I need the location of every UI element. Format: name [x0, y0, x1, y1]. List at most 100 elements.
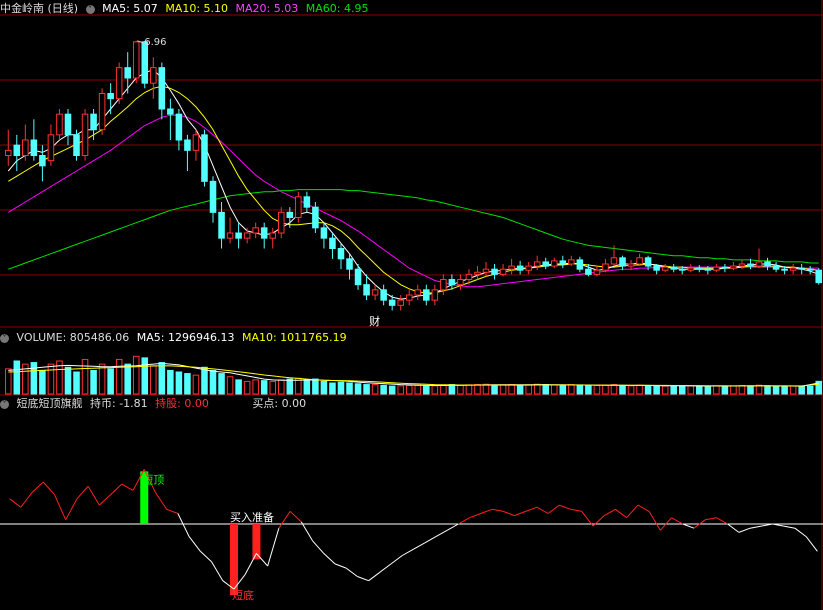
candle[interactable] — [337, 243, 345, 270]
candle[interactable] — [440, 274, 447, 295]
candle[interactable] — [329, 233, 336, 259]
candle[interactable] — [806, 266, 814, 275]
volume-bar[interactable] — [636, 384, 643, 395]
candle-body[interactable] — [141, 41, 149, 84]
candle-body[interactable] — [64, 113, 72, 136]
candle-body[interactable] — [312, 206, 319, 229]
candle-body[interactable] — [508, 265, 515, 270]
volume-bar[interactable] — [47, 363, 55, 395]
candle-body[interactable] — [39, 155, 46, 167]
candle[interactable] — [4, 129, 12, 166]
candle-body[interactable] — [585, 268, 592, 275]
candle-body[interactable] — [260, 227, 268, 239]
candle-body[interactable] — [687, 267, 695, 271]
candle-body[interactable] — [124, 67, 131, 79]
volume-bar[interactable] — [499, 384, 507, 395]
candle-body[interactable] — [22, 139, 29, 156]
volume-bar[interactable] — [81, 358, 89, 395]
candle-body[interactable] — [533, 261, 541, 267]
volume-bar[interactable] — [423, 385, 430, 395]
candle-body[interactable] — [474, 271, 481, 275]
candle[interactable] — [252, 222, 259, 239]
candle-body[interactable] — [627, 263, 635, 267]
volume-bar[interactable] — [405, 385, 413, 395]
volume-bar[interactable] — [107, 368, 114, 395]
candle-body[interactable] — [47, 134, 55, 162]
candle[interactable] — [798, 264, 805, 275]
candle[interactable] — [380, 284, 387, 306]
candle-body[interactable] — [661, 266, 669, 271]
candle-body[interactable] — [303, 196, 311, 208]
volume-bar[interactable] — [167, 369, 174, 395]
volume-bar[interactable] — [141, 357, 149, 395]
volume-bar[interactable] — [602, 384, 609, 395]
candle-body[interactable] — [610, 257, 618, 265]
candle[interactable] — [431, 284, 439, 306]
candle-body[interactable] — [755, 261, 763, 267]
chevron-down-icon[interactable]: ˅ — [0, 333, 9, 343]
candle-body[interactable] — [201, 134, 208, 182]
candle[interactable] — [158, 62, 166, 120]
volume-bar[interactable] — [380, 384, 387, 395]
candle-body[interactable] — [636, 257, 643, 265]
candle-body[interactable] — [73, 134, 80, 156]
candle[interactable] — [64, 109, 72, 146]
volume-bar[interactable] — [474, 384, 481, 395]
candle[interactable] — [405, 289, 413, 306]
candle[interactable] — [13, 134, 21, 171]
candle[interactable] — [730, 261, 737, 271]
volume-bar[interactable] — [508, 384, 515, 395]
candle-body[interactable] — [738, 263, 746, 267]
candle[interactable] — [277, 207, 285, 239]
volume-bar[interactable] — [184, 373, 191, 395]
candle-body[interactable] — [525, 265, 532, 271]
volume-bar[interactable] — [619, 385, 626, 395]
candle[interactable] — [115, 62, 123, 104]
volume-bar[interactable] — [772, 385, 780, 395]
volume-bar[interactable] — [286, 378, 294, 395]
candle[interactable] — [30, 119, 38, 161]
volume-bar[interactable] — [201, 366, 208, 395]
candle[interactable] — [576, 256, 584, 273]
volume-bar[interactable] — [738, 385, 746, 395]
volume-bar[interactable] — [235, 379, 242, 395]
candle[interactable] — [303, 191, 311, 213]
volume-bar[interactable] — [192, 374, 200, 395]
volume-bar[interactable] — [755, 384, 763, 395]
candle-body[interactable] — [388, 299, 396, 306]
volume-bar[interactable] — [329, 382, 336, 395]
candle-body[interactable] — [815, 269, 823, 284]
volume-bar[interactable] — [124, 363, 131, 395]
candle[interactable] — [98, 88, 106, 135]
volume-bar[interactable] — [73, 371, 80, 395]
candle-body[interactable] — [175, 113, 183, 141]
candle[interactable] — [764, 257, 771, 271]
candle-body[interactable] — [218, 211, 225, 239]
candle[interactable] — [320, 222, 328, 249]
volume-bar[interactable] — [747, 385, 754, 395]
candle-body[interactable] — [440, 279, 447, 291]
volume-bar[interactable] — [644, 385, 652, 395]
candle-body[interactable] — [329, 237, 336, 250]
volume-bar[interactable] — [448, 384, 456, 395]
candle-body[interactable] — [4, 149, 12, 156]
candle[interactable] — [696, 265, 703, 273]
candle-body[interactable] — [98, 93, 106, 131]
volume-bar[interactable] — [4, 368, 12, 395]
candle-body[interactable] — [550, 260, 558, 267]
volume-bar[interactable] — [721, 385, 729, 395]
volume-bar[interactable] — [653, 385, 660, 395]
volume-bar[interactable] — [516, 384, 524, 395]
candle[interactable] — [542, 257, 550, 270]
volume-bar[interactable] — [414, 384, 422, 395]
candle-body[interactable] — [704, 268, 712, 271]
candle-body[interactable] — [491, 268, 498, 275]
candle-body[interactable] — [405, 294, 413, 301]
candle-body[interactable] — [747, 263, 754, 267]
candle[interactable] — [457, 274, 464, 290]
candle[interactable] — [448, 274, 456, 290]
candle[interactable] — [772, 261, 780, 273]
volume-bar[interactable] — [585, 384, 592, 395]
candle-body[interactable] — [380, 289, 387, 301]
volume-bar[interactable] — [533, 383, 541, 395]
